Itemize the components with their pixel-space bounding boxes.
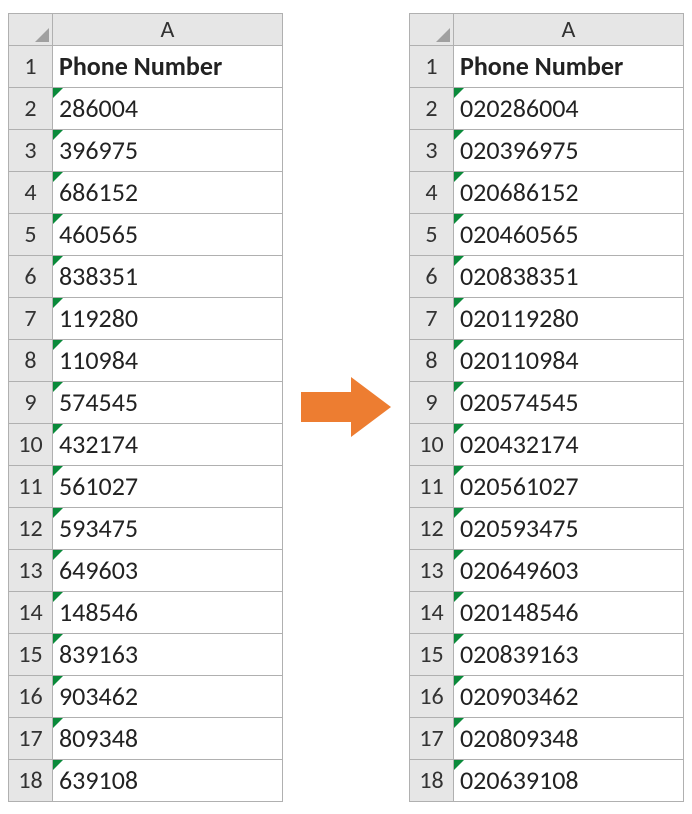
row-header[interactable]: 1: [410, 45, 454, 87]
row-header[interactable]: 15: [410, 633, 454, 675]
data-cell[interactable]: 020649603: [454, 549, 684, 591]
data-cell[interactable]: 020809348: [454, 717, 684, 759]
row-header[interactable]: 3: [410, 129, 454, 171]
row-header[interactable]: 17: [410, 717, 454, 759]
data-cell[interactable]: 020593475: [454, 507, 684, 549]
row-header[interactable]: 18: [410, 759, 454, 801]
row-header[interactable]: 2: [410, 87, 454, 129]
row-header[interactable]: 7: [9, 297, 53, 339]
row-header[interactable]: 5: [410, 213, 454, 255]
row-header[interactable]: 16: [9, 675, 53, 717]
data-cell[interactable]: 460565: [53, 213, 283, 255]
row-header[interactable]: 3: [9, 129, 53, 171]
data-cell[interactable]: 020110984: [454, 339, 684, 381]
data-cell[interactable]: 593475: [53, 507, 283, 549]
spreadsheet-left: A 1Phone Number2286004339697546861525460…: [8, 13, 283, 802]
row-header[interactable]: 4: [9, 171, 53, 213]
data-cell[interactable]: 639108: [53, 759, 283, 801]
spreadsheet-right: A 1Phone Number2020286004302039697540206…: [409, 13, 684, 802]
row-header[interactable]: 14: [410, 591, 454, 633]
data-cell[interactable]: 903462: [53, 675, 283, 717]
row-header[interactable]: 7: [410, 297, 454, 339]
column-header-a[interactable]: A: [454, 13, 684, 45]
row-header[interactable]: 10: [9, 423, 53, 465]
row-header[interactable]: 12: [9, 507, 53, 549]
arrow-right-icon: [296, 372, 396, 442]
data-cell[interactable]: 020460565: [454, 213, 684, 255]
data-cell[interactable]: 286004: [53, 87, 283, 129]
data-cell[interactable]: 020639108: [454, 759, 684, 801]
row-header[interactable]: 4: [410, 171, 454, 213]
row-header[interactable]: 8: [410, 339, 454, 381]
data-cell[interactable]: 574545: [53, 381, 283, 423]
row-header[interactable]: 17: [9, 717, 53, 759]
row-header[interactable]: 18: [9, 759, 53, 801]
data-cell[interactable]: 809348: [53, 717, 283, 759]
data-cell[interactable]: 020574545: [454, 381, 684, 423]
header-cell[interactable]: Phone Number: [53, 45, 283, 87]
data-cell[interactable]: 020561027: [454, 465, 684, 507]
data-cell[interactable]: 432174: [53, 423, 283, 465]
data-cell[interactable]: 649603: [53, 549, 283, 591]
column-header-a[interactable]: A: [53, 13, 283, 45]
select-all-corner[interactable]: [410, 13, 454, 45]
row-header[interactable]: 11: [410, 465, 454, 507]
data-cell[interactable]: 020148546: [454, 591, 684, 633]
row-header[interactable]: 12: [410, 507, 454, 549]
data-cell[interactable]: 020686152: [454, 171, 684, 213]
data-cell[interactable]: 838351: [53, 255, 283, 297]
row-header[interactable]: 15: [9, 633, 53, 675]
row-header[interactable]: 13: [9, 549, 53, 591]
data-cell[interactable]: 020396975: [454, 129, 684, 171]
row-header[interactable]: 14: [9, 591, 53, 633]
data-cell[interactable]: 020432174: [454, 423, 684, 465]
row-header[interactable]: 1: [9, 45, 53, 87]
data-cell[interactable]: 110984: [53, 339, 283, 381]
row-header[interactable]: 2: [9, 87, 53, 129]
row-header[interactable]: 6: [9, 255, 53, 297]
row-header[interactable]: 9: [9, 381, 53, 423]
data-cell[interactable]: 839163: [53, 633, 283, 675]
row-header[interactable]: 16: [410, 675, 454, 717]
data-cell[interactable]: 686152: [53, 171, 283, 213]
data-cell[interactable]: 020119280: [454, 297, 684, 339]
row-header[interactable]: 8: [9, 339, 53, 381]
data-cell[interactable]: 020903462: [454, 675, 684, 717]
data-cell[interactable]: 148546: [53, 591, 283, 633]
row-header[interactable]: 9: [410, 381, 454, 423]
row-header[interactable]: 10: [410, 423, 454, 465]
data-cell[interactable]: 020286004: [454, 87, 684, 129]
data-cell[interactable]: 119280: [53, 297, 283, 339]
row-header[interactable]: 5: [9, 213, 53, 255]
select-all-corner[interactable]: [9, 13, 53, 45]
row-header[interactable]: 13: [410, 549, 454, 591]
data-cell[interactable]: 020839163: [454, 633, 684, 675]
header-cell[interactable]: Phone Number: [454, 45, 684, 87]
data-cell[interactable]: 396975: [53, 129, 283, 171]
row-header[interactable]: 11: [9, 465, 53, 507]
data-cell[interactable]: 561027: [53, 465, 283, 507]
row-header[interactable]: 6: [410, 255, 454, 297]
data-cell[interactable]: 020838351: [454, 255, 684, 297]
